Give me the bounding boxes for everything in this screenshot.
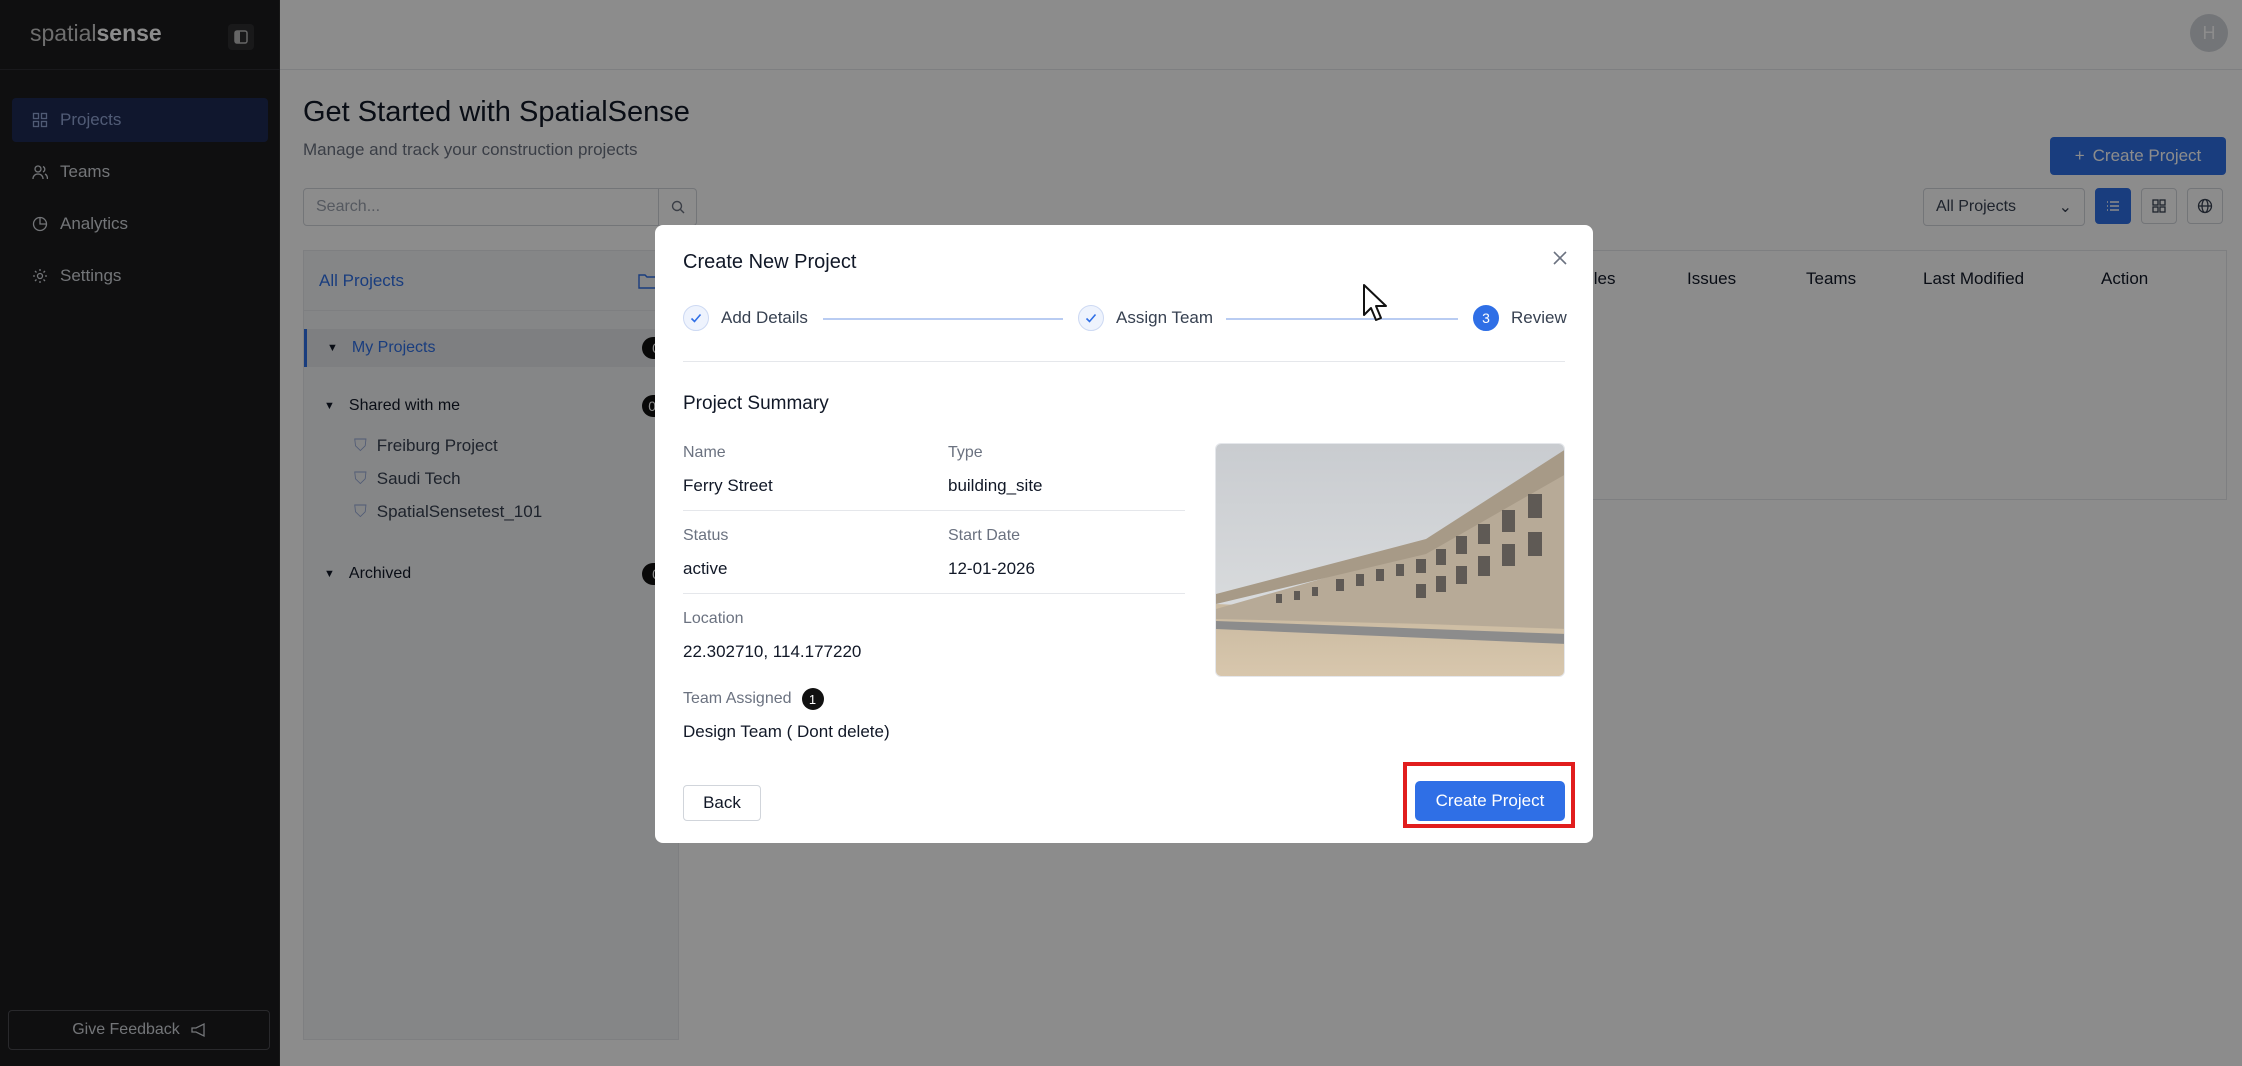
step-add-details[interactable]: Add Details	[683, 305, 808, 331]
close-icon	[1553, 251, 1567, 265]
name-label: Name	[683, 444, 726, 461]
step-label: Add Details	[721, 308, 808, 327]
start-date-value: 12-01-2026	[948, 559, 1035, 578]
name-value: Ferry Street	[683, 476, 773, 495]
modal-title: Create New Project	[683, 251, 857, 273]
status-label: Status	[683, 527, 729, 544]
team-assigned-value: Design Team ( Dont delete)	[683, 722, 890, 741]
type-value: building_site	[948, 476, 1043, 495]
step-review[interactable]: 3 Review	[1473, 305, 1567, 331]
start-date-label: Start Date	[948, 527, 1021, 544]
step-number-circle: 3	[1473, 305, 1499, 331]
step-connector	[823, 318, 1063, 320]
section-title: Project Summary	[683, 393, 829, 414]
step-label: Review	[1511, 308, 1567, 327]
check-icon	[690, 313, 702, 323]
team-count-badge: 1	[801, 688, 824, 710]
step-check-circle	[683, 305, 709, 331]
modal-divider	[683, 361, 1565, 362]
building-photo	[1216, 444, 1564, 676]
type-label: Type	[948, 444, 983, 461]
row-divider	[683, 593, 1185, 594]
team-assigned-label: Team Assigned	[683, 690, 792, 708]
create-project-button[interactable]: Create Project	[1415, 781, 1565, 821]
project-image	[1215, 443, 1565, 677]
location-value: 22.302710, 114.177220	[683, 642, 862, 661]
step-label: Assign Team	[1116, 308, 1214, 327]
status-value: active	[683, 559, 728, 578]
mouse-cursor-icon	[1363, 284, 1387, 321]
team-assigned-label-row: Team Assigned 1	[683, 688, 824, 710]
location-label: Location	[683, 610, 744, 627]
step-connector	[1226, 318, 1458, 320]
stepper: Add Details Assign Team 3 Review	[683, 305, 1567, 335]
close-button[interactable]	[1549, 247, 1571, 269]
create-project-modal: Create New Project Add Details Assign Te…	[655, 225, 1593, 843]
check-icon	[1085, 313, 1097, 323]
back-button[interactable]: Back	[683, 785, 761, 821]
row-divider	[683, 510, 1185, 511]
step-check-circle	[1078, 305, 1104, 331]
step-assign-team[interactable]: Assign Team	[1078, 305, 1213, 331]
